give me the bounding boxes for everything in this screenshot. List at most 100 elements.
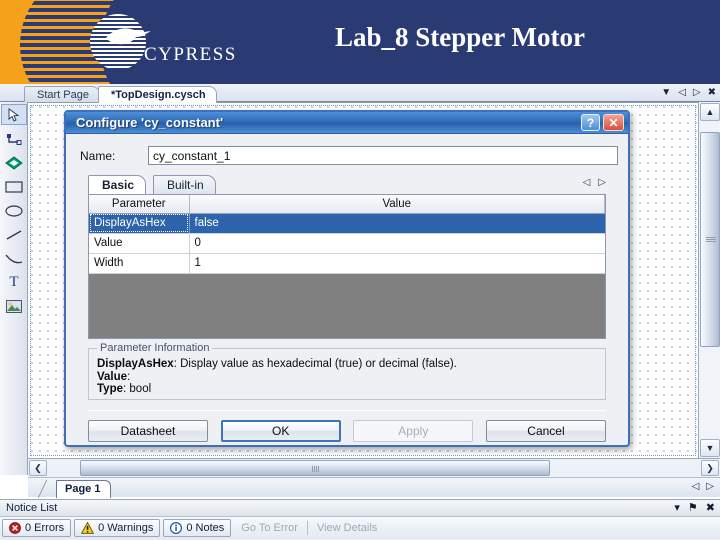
pagebar-next-icon[interactable]: ▷	[706, 481, 714, 492]
component-tool[interactable]	[1, 152, 27, 173]
schematic-toolbar: T	[0, 102, 28, 475]
close-icon[interactable]: ✕	[603, 114, 624, 131]
scroll-down-button[interactable]: ▼	[700, 439, 720, 457]
scroll-up-button[interactable]: ▲	[700, 103, 720, 121]
image-tool[interactable]	[1, 296, 27, 317]
pagebar-controls: ◁ ▷	[692, 481, 714, 492]
scroll-right-button[interactable]: ❯	[701, 460, 719, 476]
info-label-value: Value	[97, 370, 128, 383]
param-name-cell: Width	[89, 253, 190, 274]
parameter-grid[interactable]: Parameter Value DisplayAsHex false Value…	[88, 194, 606, 339]
dialog-tab-prev-icon[interactable]: ◁	[583, 177, 591, 188]
select-pointer-tool[interactable]	[1, 104, 27, 125]
dialog-tab-arrows: ◁ ▷	[583, 177, 606, 188]
toolbar-separator	[306, 521, 308, 535]
info-text-displayashex: Display value as hexadecimal (true) or d…	[180, 358, 457, 370]
errors-filter-label: 0 Errors	[25, 522, 65, 534]
document-tabstrip: Start Page *TopDesign.cysch ▼ ◁ ▷ ✖	[0, 84, 720, 103]
warnings-filter-label: 0 Warnings	[98, 522, 154, 534]
parameter-information-group: Parameter Information DisplayAsHex: Disp…	[88, 342, 606, 400]
tabstrip-next-icon[interactable]: ▷	[693, 86, 701, 99]
grid-header-row: Parameter Value	[89, 195, 605, 214]
dialog-tab-next-icon[interactable]: ▷	[598, 177, 606, 188]
notes-filter-button[interactable]: 0 Notes	[163, 519, 232, 537]
tab-topdesign-cysch[interactable]: *TopDesign.cysch	[98, 86, 217, 103]
dialog-tabrow: Basic Built-in ◁ ▷	[88, 175, 618, 194]
arc-tool[interactable]	[1, 248, 27, 269]
tab-start-page[interactable]: Start Page	[24, 86, 100, 102]
param-value-cell[interactable]: 1	[189, 253, 605, 274]
col-header-value[interactable]: Value	[189, 195, 605, 214]
errors-filter-button[interactable]: 0 Errors	[2, 519, 72, 537]
text-tool[interactable]: T	[1, 272, 27, 293]
tab-built-in[interactable]: Built-in	[153, 175, 216, 194]
scroll-thumb-grip	[706, 237, 716, 242]
warning-icon	[81, 522, 95, 534]
notice-list-title: Notice List	[6, 502, 58, 514]
info-label-displayashex: DisplayAsHex	[97, 358, 174, 370]
tabstrip-dropdown-icon[interactable]: ▼	[661, 86, 671, 99]
configure-cy-constant-dialog: Configure 'cy_constant' ? ✕ Name: Basic …	[64, 110, 630, 447]
dialog-title: Configure 'cy_constant'	[76, 115, 224, 130]
panel-close-icon[interactable]: ✖	[706, 501, 715, 514]
horizontal-scroll-thumb[interactable]	[80, 460, 550, 476]
dialog-button-row: Datasheet OK Apply Cancel	[88, 420, 606, 442]
cancel-button[interactable]: Cancel	[485, 420, 606, 442]
apply-button: Apply	[353, 420, 474, 442]
hscroll-thumb-grip	[312, 466, 320, 472]
canvas-vertical-scrollbar[interactable]: ▲ ▼	[698, 102, 720, 458]
panel-pin-icon[interactable]: ⚑	[688, 501, 698, 514]
col-header-parameter[interactable]: Parameter	[89, 195, 190, 214]
table-row[interactable]: Value 0	[89, 233, 605, 254]
notice-list-panel: Notice List ▾ ⚑ ✖ 0 Errors 0 Warnings 0 …	[0, 499, 720, 540]
go-to-error-button[interactable]: Go To Error	[234, 519, 305, 537]
dialog-titlebar[interactable]: Configure 'cy_constant' ? ✕	[66, 112, 628, 134]
wire-tool[interactable]	[1, 128, 27, 149]
rectangle-tool[interactable]	[1, 176, 27, 197]
name-input[interactable]	[148, 146, 618, 165]
info-line-type: Type: bool	[97, 383, 152, 395]
parameter-information-legend: Parameter Information	[97, 342, 213, 354]
view-details-button[interactable]: View Details	[310, 519, 384, 537]
name-row: Name:	[80, 146, 618, 165]
param-name-cell: DisplayAsHex	[89, 213, 190, 234]
pagebar-prev-icon[interactable]: ◁	[692, 481, 700, 492]
page-title: Lab_8 Stepper Motor	[335, 22, 585, 52]
notice-list-header: Notice List ▾ ⚑ ✖	[0, 500, 720, 517]
vertical-scroll-thumb[interactable]	[700, 132, 720, 347]
name-label: Name:	[80, 148, 116, 163]
info-line-value: Value:	[97, 370, 131, 383]
tabstrip-prev-icon[interactable]: ◁	[678, 86, 686, 99]
page-tab-page1[interactable]: Page 1	[56, 480, 112, 498]
datasheet-button[interactable]: Datasheet	[88, 420, 208, 442]
help-icon[interactable]: ?	[581, 114, 600, 131]
dialog-body: Name: Basic Built-in ◁ ▷ Parameter Value	[66, 134, 628, 450]
info-label-type: Type	[97, 383, 123, 395]
param-value-cell[interactable]: 0	[189, 233, 605, 254]
dialog-separator	[88, 410, 606, 411]
sheet-page-bar: Page 1 ◁ ▷	[28, 477, 720, 498]
presentation-banner: CYPRESS Lab_8 Stepper Motor	[0, 0, 720, 84]
tab-basic[interactable]: Basic	[88, 175, 147, 194]
notes-filter-label: 0 Notes	[186, 522, 225, 534]
warnings-filter-button[interactable]: 0 Warnings	[74, 519, 161, 537]
notice-list-toolbar: 0 Errors 0 Warnings 0 Notes Go To Error	[0, 517, 720, 539]
error-icon	[9, 522, 21, 534]
param-value-cell[interactable]: false	[189, 213, 605, 234]
tabstrip-close-icon[interactable]: ✖	[708, 86, 716, 99]
ellipse-tool[interactable]	[1, 200, 27, 221]
table-row[interactable]: Width 1	[89, 253, 605, 274]
canvas-horizontal-scrollbar[interactable]: ❮ ❯	[28, 458, 720, 477]
param-name-cell: Value	[89, 233, 190, 254]
tabstrip-controls: ▼ ◁ ▷ ✖	[661, 86, 716, 99]
dialog-titlebar-buttons: ? ✕	[581, 114, 624, 131]
ok-button[interactable]: OK	[220, 420, 341, 442]
table-row[interactable]: DisplayAsHex false	[89, 213, 605, 234]
text-tool-glyph: T	[9, 274, 19, 290]
scroll-left-button[interactable]: ❮	[29, 460, 47, 476]
line-tool[interactable]	[1, 224, 27, 245]
info-text-type: bool	[129, 383, 152, 395]
info-icon	[170, 522, 183, 534]
info-line-displayashex: DisplayAsHex: Display value as hexadecim…	[97, 358, 457, 370]
panel-menu-icon[interactable]: ▾	[674, 501, 680, 514]
